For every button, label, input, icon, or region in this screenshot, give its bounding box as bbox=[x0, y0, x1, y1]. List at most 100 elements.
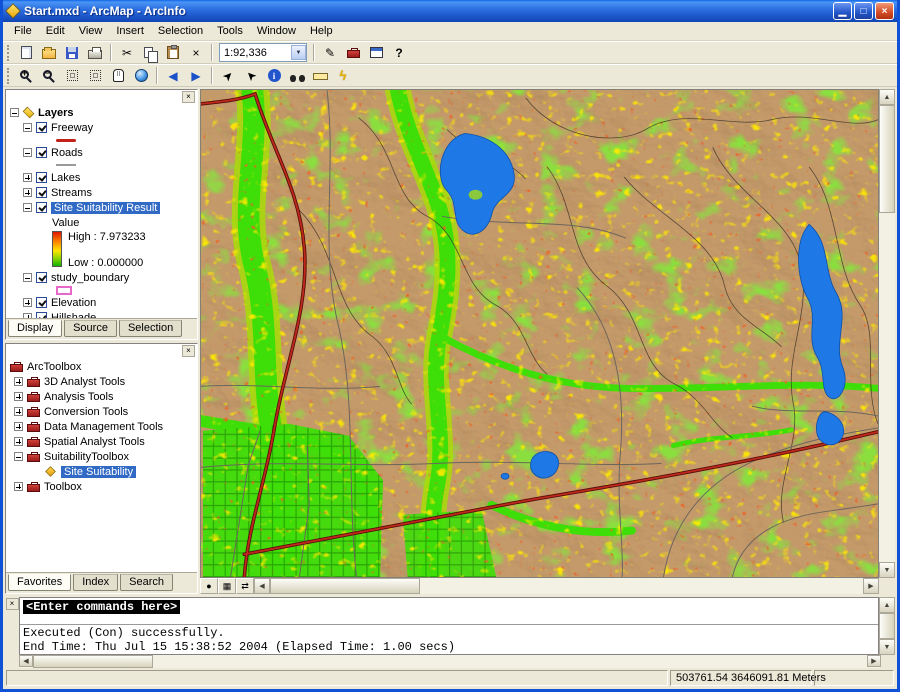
collapse-box[interactable] bbox=[14, 452, 23, 461]
menu-edit[interactable]: Edit bbox=[39, 23, 72, 39]
layer-checkbox[interactable] bbox=[36, 312, 47, 318]
close-button[interactable]: × bbox=[875, 2, 894, 20]
layer-item-site-suitability-result[interactable]: Site Suitability Result bbox=[6, 200, 197, 215]
identify-button[interactable]: i bbox=[263, 66, 285, 86]
go-forward-extent-button[interactable]: ▶ bbox=[185, 66, 207, 86]
save-button[interactable] bbox=[61, 43, 83, 63]
toc-root-layers[interactable]: Layers bbox=[6, 105, 197, 120]
toolbar-grip[interactable] bbox=[7, 67, 10, 84]
toolbox-item-conversion[interactable]: Conversion Tools bbox=[6, 404, 197, 419]
toolbox-item-label[interactable]: Spatial Analyst Tools bbox=[44, 436, 145, 448]
editor-button[interactable]: ✎ bbox=[319, 43, 341, 63]
layer-label[interactable]: Roads bbox=[51, 147, 83, 159]
find-button[interactable] bbox=[286, 66, 308, 86]
collapse-box[interactable] bbox=[10, 108, 19, 117]
expand-box[interactable] bbox=[23, 313, 32, 318]
scroll-up-button[interactable]: ▲ bbox=[879, 597, 895, 613]
layer-checkbox[interactable] bbox=[36, 272, 47, 283]
zoom-out-button[interactable] bbox=[38, 66, 60, 86]
toolbox-item-label[interactable]: SuitabilityToolbox bbox=[44, 451, 129, 463]
toolbar-grip[interactable] bbox=[7, 44, 10, 61]
map-vertical-scrollbar[interactable]: ▲ ▼ bbox=[879, 89, 895, 578]
command-output-area[interactable]: Executed (Con) successfully. End Time: Th… bbox=[20, 625, 878, 654]
hyperlink-button[interactable]: ϟ bbox=[332, 66, 354, 86]
arctoolbox-button[interactable] bbox=[342, 43, 364, 63]
layer-item-roads[interactable]: Roads bbox=[6, 145, 197, 160]
toc-root-label[interactable]: Layers bbox=[38, 107, 73, 119]
toolbox-item-data-management[interactable]: Data Management Tools bbox=[6, 419, 197, 434]
scroll-right-button[interactable]: ▶ bbox=[867, 655, 881, 667]
scroll-track[interactable] bbox=[420, 578, 863, 594]
layer-item-streams[interactable]: Streams bbox=[6, 185, 197, 200]
tab-source[interactable]: Source bbox=[64, 320, 117, 337]
map-canvas[interactable] bbox=[200, 89, 879, 578]
menu-window[interactable]: Window bbox=[250, 23, 303, 39]
scroll-left-button[interactable]: ◀ bbox=[19, 655, 33, 667]
help-button[interactable]: ? bbox=[388, 43, 410, 63]
toolbox-item-label[interactable]: 3D Analyst Tools bbox=[44, 376, 125, 388]
toc-close-button[interactable]: × bbox=[182, 91, 195, 103]
tab-display[interactable]: Display bbox=[8, 320, 63, 337]
expand-box[interactable] bbox=[14, 422, 23, 431]
vertical-scroll-thumb[interactable] bbox=[879, 105, 895, 213]
toolbox-item-label[interactable]: Data Management Tools bbox=[44, 421, 163, 433]
arctoolbox-root[interactable]: ArcToolbox bbox=[6, 359, 197, 374]
fixed-zoom-out-button[interactable] bbox=[84, 66, 106, 86]
layer-item-lakes[interactable]: Lakes bbox=[6, 170, 197, 185]
layer-label[interactable]: study_boundary bbox=[51, 272, 129, 284]
menu-file[interactable]: File bbox=[7, 23, 39, 39]
scroll-up-button[interactable]: ▲ bbox=[879, 89, 895, 105]
measure-button[interactable] bbox=[309, 66, 331, 86]
menu-tools[interactable]: Tools bbox=[210, 23, 250, 39]
layer-item-study-boundary[interactable]: study_boundary bbox=[6, 270, 197, 285]
maximize-button[interactable]: □ bbox=[854, 2, 873, 20]
layer-item-elevation[interactable]: Elevation bbox=[6, 295, 197, 310]
menu-selection[interactable]: Selection bbox=[151, 23, 210, 39]
layer-checkbox[interactable] bbox=[36, 297, 47, 308]
layer-checkbox[interactable] bbox=[36, 122, 47, 133]
layer-label[interactable]: Elevation bbox=[51, 297, 96, 309]
horizontal-scroll-thumb[interactable] bbox=[270, 578, 420, 594]
toolbox-item-toolbox[interactable]: Toolbox bbox=[6, 479, 197, 494]
expand-box[interactable] bbox=[23, 188, 32, 197]
layer-checkbox[interactable] bbox=[36, 202, 47, 213]
scroll-left-button[interactable]: ◀ bbox=[254, 578, 270, 594]
command-vertical-scrollbar[interactable]: ▲ ▼ bbox=[879, 597, 895, 655]
scroll-track[interactable] bbox=[879, 213, 895, 562]
title-bar[interactable]: Start.mxd - ArcMap - ArcInfo ▁ □ × bbox=[3, 0, 897, 22]
expand-box[interactable] bbox=[14, 392, 23, 401]
toolbox-item-3d-analyst[interactable]: 3D Analyst Tools bbox=[6, 374, 197, 389]
toolbox-item-label[interactable]: Analysis Tools bbox=[44, 391, 114, 403]
fixed-zoom-in-button[interactable] bbox=[61, 66, 83, 86]
command-horizontal-scrollbar[interactable]: ◀ ▶ bbox=[19, 655, 881, 668]
scale-combobox[interactable]: 1:92,336 ▼ bbox=[219, 43, 307, 62]
new-map-button[interactable] bbox=[15, 43, 37, 63]
select-elements-button[interactable]: ➤ bbox=[240, 66, 262, 86]
toolbox-item-label[interactable]: Conversion Tools bbox=[44, 406, 128, 418]
command-line-button[interactable] bbox=[365, 43, 387, 63]
tab-index[interactable]: Index bbox=[73, 574, 119, 591]
menu-insert[interactable]: Insert bbox=[109, 23, 151, 39]
layer-item-freeway[interactable]: Freeway bbox=[6, 120, 197, 135]
command-prompt[interactable]: <Enter commands here> bbox=[23, 600, 181, 614]
collapse-box[interactable] bbox=[23, 148, 32, 157]
expand-box[interactable] bbox=[14, 407, 23, 416]
scroll-right-button[interactable]: ▶ bbox=[863, 578, 879, 594]
horizontal-scroll-thumb[interactable] bbox=[33, 655, 153, 668]
tab-favorites[interactable]: Favorites bbox=[8, 574, 72, 591]
print-button[interactable] bbox=[84, 43, 106, 63]
map-horizontal-scrollbar[interactable]: ◀ ▶ bbox=[254, 578, 879, 594]
scroll-track[interactable] bbox=[153, 655, 867, 668]
scroll-down-button[interactable]: ▼ bbox=[879, 639, 895, 655]
layer-checkbox[interactable] bbox=[36, 187, 47, 198]
collapse-box[interactable] bbox=[23, 273, 32, 282]
command-input-area[interactable]: <Enter commands here> bbox=[20, 598, 878, 625]
collapse-box[interactable] bbox=[23, 203, 32, 212]
menu-help[interactable]: Help bbox=[303, 23, 340, 39]
zoom-in-button[interactable] bbox=[15, 66, 37, 86]
expand-box[interactable] bbox=[23, 298, 32, 307]
data-view-button[interactable]: ● bbox=[200, 578, 218, 594]
arctoolbox-close-button[interactable]: × bbox=[182, 345, 195, 357]
layout-view-button[interactable]: ▦ bbox=[218, 578, 236, 594]
expand-box[interactable] bbox=[14, 437, 23, 446]
